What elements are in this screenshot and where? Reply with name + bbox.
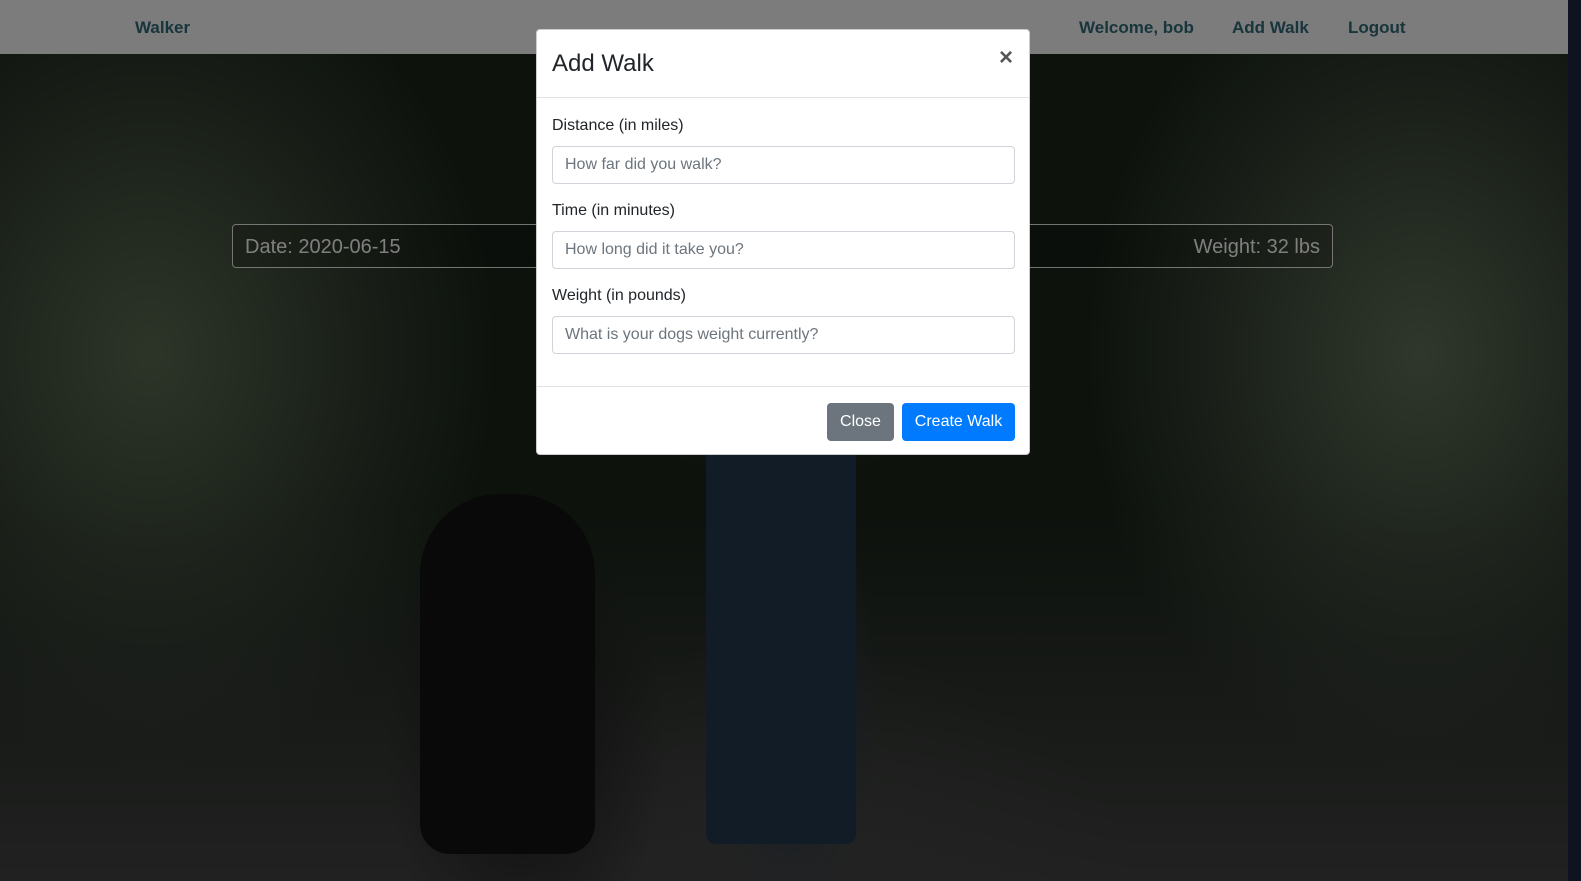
time-input[interactable] [552, 231, 1015, 269]
weight-label: Weight (in pounds) [552, 287, 686, 304]
distance-input[interactable] [552, 146, 1015, 184]
weight-input[interactable] [552, 316, 1015, 354]
modal-body: Distance (in miles) Time (in minutes) We… [537, 98, 1029, 387]
modal-header: Add Walk × [537, 30, 1029, 98]
add-walk-modal: Add Walk × Distance (in miles) Time (in … [536, 29, 1030, 455]
create-walk-button[interactable]: Create Walk [902, 403, 1015, 441]
modal-title: Add Walk [552, 50, 654, 77]
app-viewport: Walker Welcome, bob Add Walk Logout Date… [0, 0, 1581, 881]
close-icon[interactable]: × [995, 46, 1017, 70]
time-label: Time (in minutes) [552, 202, 675, 219]
modal-footer: Close Create Walk [537, 387, 1029, 455]
distance-label: Distance (in miles) [552, 117, 684, 134]
close-button[interactable]: Close [827, 403, 894, 441]
